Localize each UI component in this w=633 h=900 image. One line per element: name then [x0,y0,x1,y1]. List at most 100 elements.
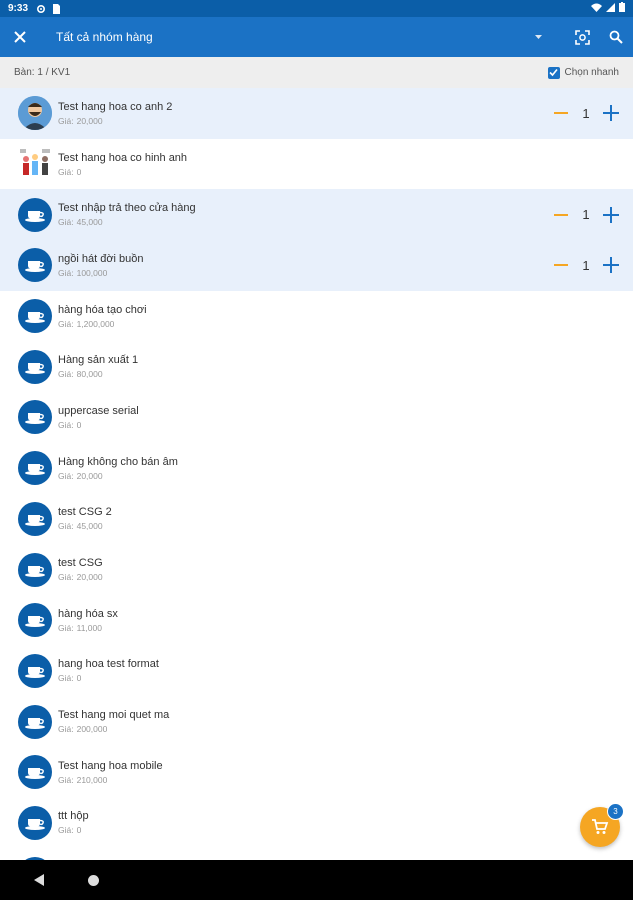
product-row[interactable] [0,848,633,860]
product-row[interactable]: Test hang hoa co anh 2 Giá: 20,000 1 [0,88,633,139]
product-row[interactable]: test CSG Giá: 20,000 [0,544,633,595]
decrease-button[interactable] [551,255,571,275]
barcode-scan-icon [574,29,590,45]
page-title[interactable]: Tất cả nhóm hàng [56,30,153,44]
product-avatar [18,704,52,739]
decrease-button[interactable] [551,205,571,225]
status-right-icons [591,2,625,15]
quick-select-label: Chọn nhanh [564,67,620,78]
product-row[interactable]: uppercase serial Giá: 0 [0,392,633,443]
coffee-cup-icon [25,464,45,476]
coffee-cup-icon [25,210,45,222]
battery-icon [619,2,625,15]
quantity-stepper: 1 [551,189,621,240]
category-dropdown-button[interactable] [531,35,545,39]
product-name: test CSG [58,557,103,570]
product-name: Test nhập trả theo cửa hàng [58,202,196,215]
product-price: Giá: 80,000 [58,369,138,379]
back-button[interactable] [32,873,46,887]
product-price: Giá: 20,000 [58,116,172,126]
product-row[interactable]: test CSG 2 Giá: 45,000 [0,494,633,545]
product-row[interactable]: Test hang moi quet ma Giá: 200,000 [0,696,633,747]
price-value: 0 [76,166,82,177]
product-price: Giá: 0 [58,825,89,835]
barcode-scan-button[interactable] [565,17,599,57]
coffee-cup-icon [25,514,45,526]
product-avatar [18,755,52,790]
price-label: Giá: [58,825,74,836]
decrease-button[interactable] [551,103,571,123]
product-avatar [18,197,52,232]
product-info: ttt hộp Giá: 0 [58,810,89,835]
coffee-cup-icon [25,717,45,729]
product-info: hàng hóa sx Giá: 11,000 [58,608,118,633]
product-info: Test hang hoa co anh 2 Giá: 20,000 [58,101,172,126]
product-row[interactable]: hàng hóa sx Giá: 11,000 [0,595,633,646]
product-price: Giá: 45,000 [58,217,196,227]
price-label: Giá: [58,115,74,126]
minus-icon [554,264,568,267]
product-avatar [18,805,52,840]
product-avatar [18,147,52,182]
product-row[interactable]: Test nhập trả theo cửa hàng Giá: 45,000 1 [0,189,633,241]
price-label: Giá: [58,774,74,785]
product-name: Test hang hoa co anh 2 [58,100,173,113]
search-button[interactable] [599,17,633,57]
plus-icon [603,206,619,223]
price-label: Giá: [58,724,74,735]
quick-select-checkbox[interactable] [547,66,560,79]
home-button[interactable] [88,874,99,886]
plus-icon [603,105,619,122]
increase-button[interactable] [601,255,621,275]
product-avatar [18,299,52,334]
product-info: Test nhập trả theo cửa hàng Giá: 45,000 [58,202,196,227]
product-row[interactable]: hang hoa test format Giá: 0 [0,646,633,697]
product-row[interactable]: ngồi hát đời buồn Giá: 100,000 1 [0,240,633,291]
table-info-bar: Bàn: 1 / KV1 Chọn nhanh [0,57,633,88]
cart-count-badge: 3 [607,803,624,820]
price-label: Giá: [58,419,74,430]
product-info: test CSG 2 Giá: 45,000 [58,506,112,531]
product-name: Test hang hoa co hinh anh [58,151,188,164]
product-info: Test hang moi quet ma Giá: 200,000 [58,709,169,734]
price-label: Giá: [58,318,74,329]
price-label: Giá: [58,673,74,684]
coffee-cup-icon [25,818,45,830]
product-price: Giá: 45,000 [58,521,112,531]
price-value: 1,200,000 [76,318,115,329]
product-row[interactable]: ttt hộp Giá: 0 [0,798,633,849]
product-name: test CSG 2 [58,506,112,519]
product-row[interactable]: Test hang hoa co hinh anh Giá: 0 [0,139,633,190]
product-row[interactable]: Hàng không cho bán âm Giá: 20,000 [0,443,633,494]
product-name: Test hang moi quet ma [58,709,170,722]
plus-icon [603,257,619,274]
quantity-value: 1 [582,257,590,273]
shopping-cart-icon [592,819,609,834]
back-triangle-icon [34,874,44,886]
increase-button[interactable] [601,205,621,225]
product-avatar [18,248,52,283]
product-row[interactable]: Hàng sản xuất 1 Giá: 80,000 [0,341,633,392]
coffee-cup-icon [25,666,45,678]
price-label: Giá: [58,622,74,633]
settings-icon [36,4,46,14]
product-avatar [18,653,52,688]
coffee-cup-icon [25,565,45,577]
product-row[interactable]: Test hang hoa mobile Giá: 210,000 [0,747,633,798]
increase-button[interactable] [601,103,621,123]
quantity-stepper: 1 [551,88,621,139]
product-photo-icon [18,147,52,182]
product-price: Giá: 0 [58,673,159,683]
price-value: 0 [76,825,82,836]
product-info: hàng hóa tạo chơi Giá: 1,200,000 [58,304,147,329]
price-label: Giá: [58,369,74,380]
product-name: Test hang hoa mobile [58,759,163,772]
close-button[interactable] [0,17,40,57]
product-info: uppercase serial Giá: 0 [58,405,139,430]
quick-select-toggle[interactable]: Chọn nhanh [547,66,620,79]
price-value: 0 [76,673,82,684]
product-info: Test hang hoa co hinh anh Giá: 0 [58,152,187,177]
product-row[interactable]: hàng hóa tạo chơi Giá: 1,200,000 [0,291,633,342]
product-price: Giá: 210,000 [58,775,163,785]
product-list[interactable]: Test hang hoa co anh 2 Giá: 20,000 1 Test ha… [0,88,633,860]
